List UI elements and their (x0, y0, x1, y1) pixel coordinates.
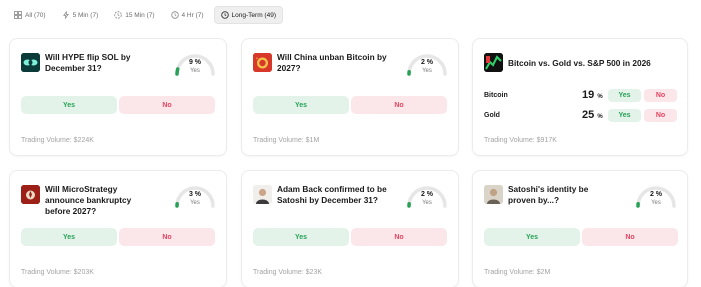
outcome-percent: 25 % (582, 109, 603, 121)
probability-gauge: 3 % Yes (173, 183, 217, 213)
hype-logo-icon (21, 53, 40, 72)
buy-no-button[interactable]: No (351, 228, 447, 246)
market-card[interactable]: Will MicroStrategy announce bankruptcy b… (9, 170, 227, 287)
buy-yes-button[interactable]: Yes (253, 96, 349, 114)
person-photo-icon (253, 185, 272, 204)
outcome-percent: 19 % (582, 89, 603, 101)
market-question[interactable]: Will MicroStrategy announce bankruptcy b… (45, 184, 155, 217)
probability-caption: Yes (422, 68, 432, 74)
person-photo-icon (484, 185, 503, 204)
buy-no-button[interactable]: No (119, 96, 215, 114)
china-flag-icon (253, 53, 272, 72)
filter-tab-label: 4 Hr (7) (181, 11, 204, 19)
outcome-no-button[interactable]: No (644, 89, 677, 102)
clock-icon (170, 11, 179, 19)
probability-percent: 2 % (420, 191, 434, 198)
probability-caption: Yes (651, 200, 661, 206)
probability-caption: Yes (422, 200, 432, 206)
filter-tab-4hr[interactable]: 4 Hr (7) (165, 6, 210, 24)
probability-percent: 2 % (649, 191, 663, 198)
chart-logo-icon (484, 53, 503, 72)
outcome-row-bitcoin: Bitcoin 19 % Yes No (484, 88, 680, 104)
market-question[interactable]: Will HYPE flip SOL by December 31? (45, 52, 155, 74)
filter-tabs: All (70) 5 Min (7) 15 Min (7) 4 Hr (7) L… (8, 6, 283, 24)
outcome-row-gold: Gold 25 % Yes No (484, 108, 680, 124)
trading-volume: Trading Volume: $23K (253, 269, 323, 276)
probability-percent: 9 % (188, 59, 202, 66)
buy-no-button[interactable]: No (351, 96, 447, 114)
filter-tab-label: All (70) (25, 11, 46, 19)
outcome-name: Gold (484, 112, 500, 119)
buy-no-button[interactable]: No (582, 228, 678, 246)
probability-gauge: 2 % Yes (634, 183, 678, 213)
filter-tab-long-term[interactable]: Long-Term (49) (213, 6, 283, 24)
buy-no-button[interactable]: No (119, 228, 215, 246)
bolt-icon (62, 11, 70, 19)
market-question[interactable]: Adam Back confirmed to be Satoshi by Dec… (277, 184, 387, 206)
market-card[interactable]: Satoshi's identity be proven by...? 2 % … (472, 170, 688, 287)
trading-volume: Trading Volume: $1M (253, 137, 320, 144)
filter-tab-label: Long-Term (49) (231, 11, 276, 19)
filter-tab-15min[interactable]: 15 Min (7) (108, 6, 160, 24)
buy-yes-button[interactable]: Yes (21, 228, 117, 246)
grid-icon (14, 11, 22, 19)
buy-yes-button[interactable]: Yes (484, 228, 580, 246)
probability-gauge: 2 % Yes (405, 183, 449, 213)
probability-percent: 2 % (420, 59, 434, 66)
filter-tab-all[interactable]: All (70) (8, 6, 52, 24)
outcome-name: Bitcoin (484, 92, 508, 99)
trading-volume: Trading Volume: $2M (484, 269, 551, 276)
probability-percent: 3 % (188, 191, 202, 198)
market-card[interactable]: Adam Back confirmed to be Satoshi by Dec… (241, 170, 459, 287)
timer-icon (114, 11, 122, 19)
filter-tab-label: 15 Min (7) (125, 11, 155, 19)
market-card[interactable]: Will HYPE flip SOL by December 31? 9 % Y… (9, 38, 227, 156)
probability-caption: Yes (190, 200, 200, 206)
filter-tab-label: 5 Min (7) (72, 11, 99, 19)
market-question[interactable]: Satoshi's identity be proven by...? (508, 184, 618, 206)
clock-icon (220, 11, 229, 19)
trading-volume: Trading Volume: $203K (21, 269, 94, 276)
market-card[interactable]: Will China unban Bitcoin by 2027? 2 % Ye… (241, 38, 459, 156)
buy-yes-button[interactable]: Yes (21, 96, 117, 114)
market-question[interactable]: Bitcoin vs. Gold vs. S&P 500 in 2026 (508, 58, 668, 69)
filter-tab-5min[interactable]: 5 Min (7) (56, 6, 105, 24)
probability-gauge: 2 % Yes (405, 51, 449, 81)
buy-yes-button[interactable]: Yes (253, 228, 349, 246)
probability-caption: Yes (190, 68, 200, 74)
multi-outcome-market-card[interactable]: Bitcoin vs. Gold vs. S&P 500 in 2026 Bit… (472, 38, 688, 156)
outcome-yes-button[interactable]: Yes (608, 89, 641, 102)
trading-volume: Trading Volume: $224K (21, 137, 94, 144)
market-question[interactable]: Will China unban Bitcoin by 2027? (277, 52, 387, 74)
probability-gauge: 9 % Yes (173, 51, 217, 81)
trading-volume: Trading Volume: $917K (484, 137, 557, 144)
outcome-yes-button[interactable]: Yes (608, 109, 641, 122)
microstrategy-logo-icon (21, 185, 40, 204)
outcome-no-button[interactable]: No (644, 109, 677, 122)
